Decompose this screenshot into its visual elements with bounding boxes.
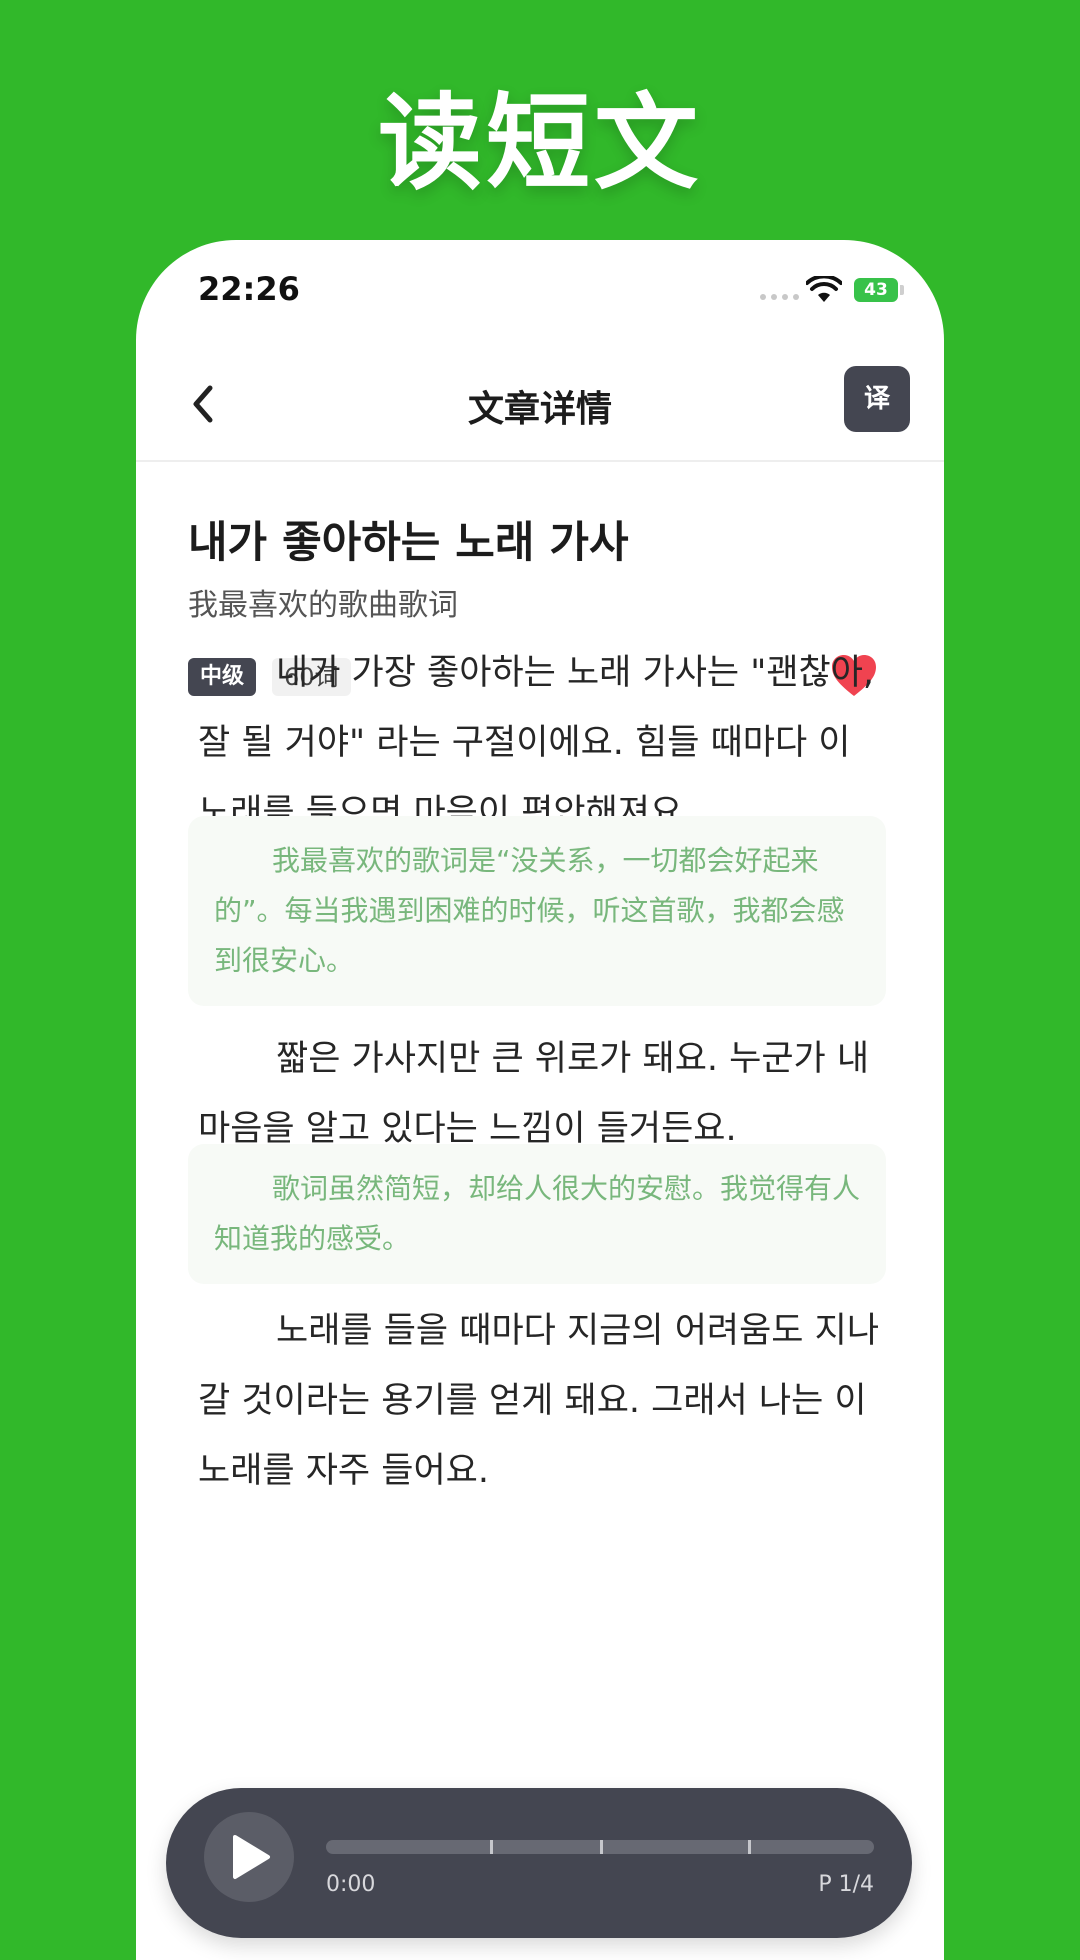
page-title: 文章详情 bbox=[467, 389, 612, 430]
banner-title: 读短文 bbox=[377, 82, 702, 204]
play-icon bbox=[233, 1835, 270, 1879]
current-time: 0:00 bbox=[326, 1872, 376, 1897]
nav-bar: 文章详情 译 bbox=[136, 350, 944, 462]
status-bar: 22:26 43 bbox=[136, 240, 944, 350]
progress-segment-mark bbox=[600, 1840, 603, 1854]
translate-button[interactable]: 译 bbox=[844, 366, 910, 432]
wifi-icon bbox=[806, 276, 842, 302]
status-time: 22:26 bbox=[198, 270, 300, 308]
phone-screen: 22:26 43 文章详情 译 내가 좋아하는 노래 가사 我最喜欢的歌曲歌词 … bbox=[136, 240, 944, 1960]
article-title: 내가 좋아하는 노래 가사 bbox=[188, 518, 629, 568]
progress-segment-mark bbox=[490, 1840, 494, 1854]
page-indicator: P 1/4 bbox=[818, 1872, 874, 1897]
progress-segment-mark bbox=[747, 1840, 751, 1854]
paragraph-korean: 짧은 가사지만 큰 위로가 돼요. 누군가 내 마음을 알고 있다는 느낌이 들… bbox=[198, 1039, 870, 1149]
audio-player: 0:00 P 1/4 bbox=[166, 1788, 912, 1938]
battery-cap bbox=[900, 285, 904, 295]
paragraph-translation: 歌词虽然简短，却给人很大的安慰。我觉得有人知道我的感受。 bbox=[188, 1144, 886, 1284]
paragraph-korean: 노래를 들을 때마다 지금의 어려움도 지나갈 것이라는 용기를 얻게 돼요. … bbox=[198, 1311, 880, 1491]
paragraph-translation: 我最喜欢的歌词是“没关系，一切都会好起来的”。每当我遇到困难的时候，听这首歌，我… bbox=[188, 816, 886, 1006]
signal-icon bbox=[760, 294, 799, 300]
progress-slider[interactable] bbox=[326, 1840, 874, 1854]
play-button[interactable] bbox=[204, 1812, 294, 1902]
battery-icon: 43 bbox=[854, 278, 898, 302]
article-subtitle: 我最喜欢的歌曲歌词 bbox=[188, 588, 458, 623]
